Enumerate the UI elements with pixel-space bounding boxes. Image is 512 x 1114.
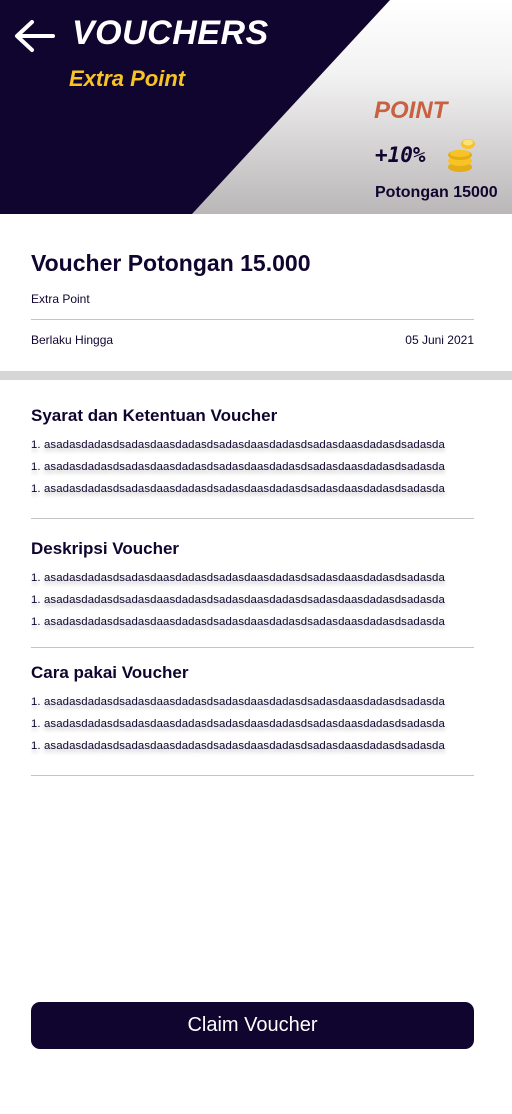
- arrow-left-icon: [15, 20, 55, 52]
- divider: [31, 518, 474, 519]
- list-item: 1. asadasdadasdsadasdaasdadasdsadasdaasd…: [31, 718, 445, 730]
- voucher-name: Voucher Potongan 15.000: [31, 250, 311, 276]
- page-subtitle: Extra Point: [69, 66, 186, 91]
- list-item: 1. asadasdadasdsadasdaasdadasdsadasdaasd…: [31, 696, 445, 708]
- page-title: VOUCHERS: [72, 14, 269, 52]
- voucher-banner: VOUCHERS Extra Point POINT +10% Potongan…: [0, 0, 512, 214]
- back-button[interactable]: [12, 16, 56, 56]
- terms-section: Syarat dan Ketentuan Voucher 1. asadasda…: [31, 406, 474, 505]
- discount-text: Potongan 15000: [375, 184, 498, 201]
- divider: [31, 319, 474, 320]
- voucher-info: Voucher Potongan 15.000 Extra Point: [31, 250, 474, 306]
- list-item: 1. asadasdadasdsadasdaasdadasdsadasdaasd…: [31, 439, 445, 451]
- validity-date: 05 Juni 2021: [405, 333, 474, 347]
- coins-icon: [448, 139, 475, 172]
- list-item: 1. asadasdadasdsadasdaasdadasdsadasdaasd…: [31, 572, 445, 584]
- point-label: POINT: [374, 97, 448, 124]
- claim-voucher-button[interactable]: Claim Voucher: [31, 1002, 474, 1049]
- list-item: 1. asadasdadasdsadasdaasdadasdsadasdaasd…: [31, 740, 445, 752]
- section-title: Cara pakai Voucher: [31, 663, 189, 682]
- list-item: 1. asadasdadasdsadasdaasdadasdsadasdaasd…: [31, 594, 445, 606]
- divider: [31, 775, 474, 776]
- point-value: +10%: [375, 143, 426, 167]
- section-title: Syarat dan Ketentuan Voucher: [31, 406, 278, 425]
- list-item: 1. asadasdadasdsadasdaasdadasdsadasdaasd…: [31, 616, 445, 628]
- list-item: 1. asadasdadasdsadasdaasdadasdsadasdaasd…: [31, 461, 445, 473]
- validity-row: Berlaku Hingga 05 Juni 2021: [31, 333, 474, 347]
- description-section: Deskripsi Voucher 1. asadasdadasdsadasda…: [31, 539, 474, 638]
- voucher-type: Extra Point: [31, 292, 90, 306]
- validity-label: Berlaku Hingga: [31, 333, 114, 347]
- how-to-use-section: Cara pakai Voucher 1. asadasdadasdsadasd…: [31, 663, 474, 762]
- divider: [31, 647, 474, 648]
- section-title: Deskripsi Voucher: [31, 539, 180, 558]
- section-separator: [0, 371, 512, 380]
- list-item: 1. asadasdadasdsadasdaasdadasdsadasdaasd…: [31, 483, 445, 495]
